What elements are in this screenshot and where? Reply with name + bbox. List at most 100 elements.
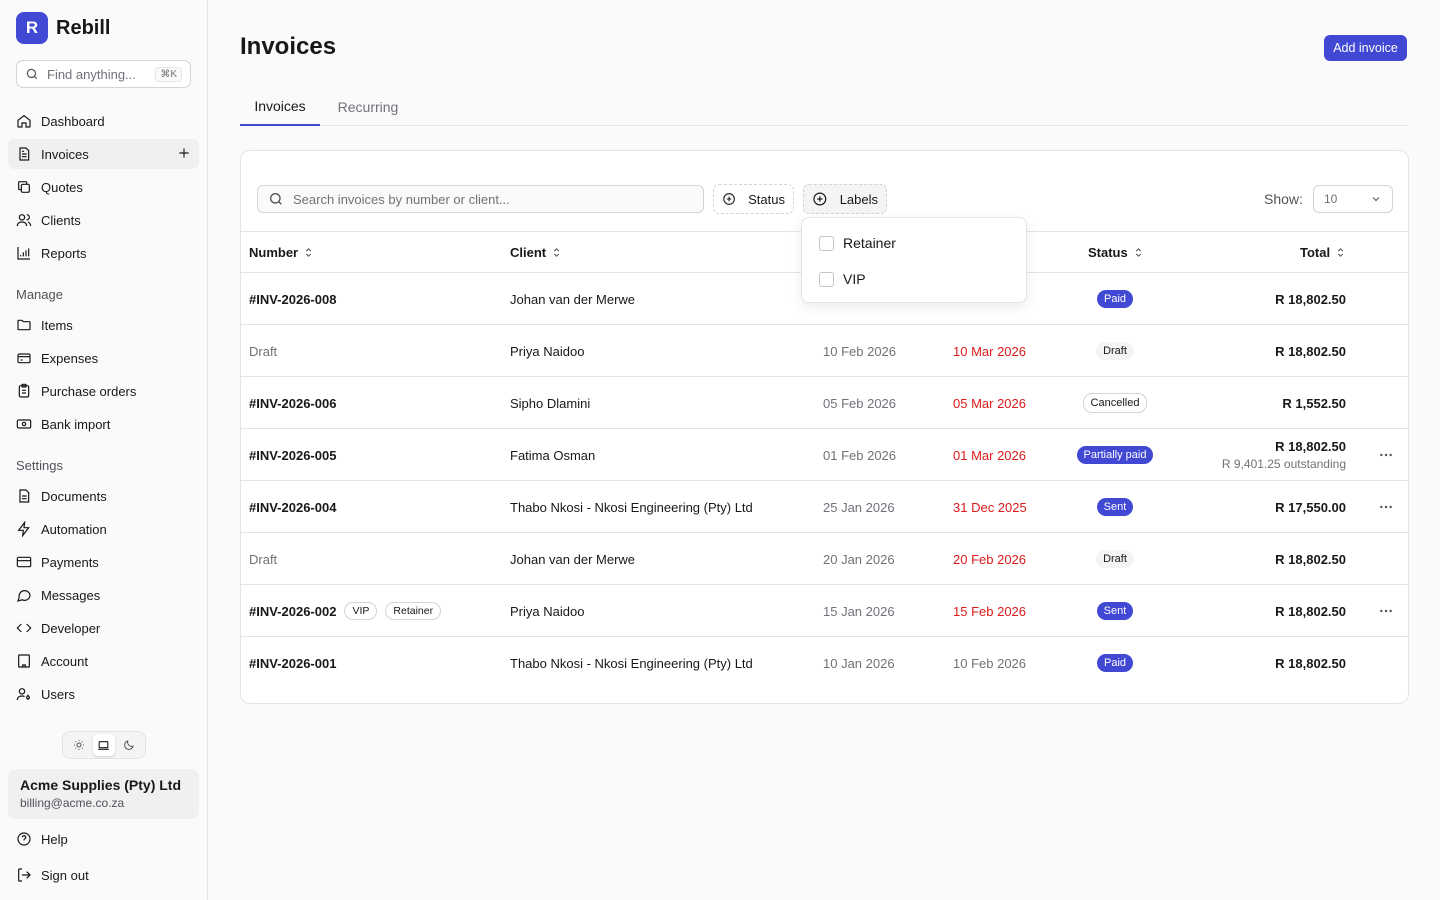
invoice-number[interactable]: #INV-2026-002 VIP Retainer bbox=[249, 585, 442, 637]
invoice-total: R 18,802.50 R 9,401.25 outstanding bbox=[1222, 429, 1346, 481]
tab-recurring[interactable]: Recurring bbox=[328, 88, 408, 126]
invoice-issue-date: 01 Feb 2026 bbox=[823, 447, 897, 463]
label-option-text: Retainer bbox=[843, 235, 896, 251]
dark-theme-button[interactable] bbox=[118, 734, 140, 756]
invoice-status: Draft bbox=[1041, 325, 1189, 377]
row-actions-button[interactable] bbox=[1371, 585, 1401, 637]
invoice-number[interactable]: #INV-2026-008 bbox=[249, 273, 336, 325]
sidebar-item-account[interactable]: Account bbox=[8, 646, 199, 676]
sidebar-item-label: Account bbox=[41, 653, 88, 669]
invoice-number-text: #INV-2026-004 bbox=[249, 499, 337, 515]
sidebar-item-dashboard[interactable]: Dashboard bbox=[8, 106, 199, 136]
sidebar-item-quotes[interactable]: Quotes bbox=[8, 172, 199, 202]
invoice-number[interactable]: Draft bbox=[249, 325, 277, 377]
column-header-status[interactable]: Status bbox=[1088, 232, 1144, 272]
sidebar-item-automation[interactable]: Automation bbox=[8, 514, 199, 544]
column-header-total[interactable]: Total bbox=[1300, 232, 1346, 272]
status-filter-button[interactable]: Status bbox=[713, 184, 794, 214]
label-checkbox[interactable] bbox=[819, 271, 834, 287]
organization-switcher[interactable]: Acme Supplies (Pty) Ltd billing@acme.co.… bbox=[8, 769, 199, 819]
invoice-due-date: 05 Mar 2026 bbox=[953, 395, 1026, 411]
row-actions-button[interactable] bbox=[1371, 481, 1401, 533]
label-checkbox[interactable] bbox=[819, 235, 834, 251]
column-header-number[interactable]: Number bbox=[249, 232, 314, 272]
brand[interactable]: R Rebill bbox=[16, 12, 110, 44]
table-row[interactable]: Draft Priya Naidoo 10 Feb 2026 10 Mar 20… bbox=[241, 325, 1408, 377]
invoice-due-date: 10 Mar 2026 bbox=[953, 343, 1026, 359]
invoice-status: Draft bbox=[1041, 533, 1189, 585]
invoice-number-text: Draft bbox=[249, 551, 278, 567]
tab-bar: Invoices Recurring bbox=[240, 88, 1408, 126]
invoice-number[interactable]: Draft bbox=[249, 533, 277, 585]
sidebar-item-label: Purchase orders bbox=[41, 383, 137, 399]
more-horizontal-icon bbox=[1380, 609, 1392, 613]
home-icon bbox=[17, 114, 31, 128]
moon-icon bbox=[124, 740, 135, 750]
search-icon bbox=[270, 193, 282, 205]
row-actions-button[interactable] bbox=[1371, 429, 1401, 481]
help-link[interactable]: Help bbox=[8, 824, 199, 854]
sidebar-item-messages[interactable]: Messages bbox=[8, 580, 199, 610]
system-theme-button[interactable] bbox=[92, 734, 115, 756]
invoice-number[interactable]: #INV-2026-004 bbox=[249, 481, 336, 533]
sort-icon bbox=[305, 247, 312, 257]
column-header-label: Client bbox=[510, 244, 547, 260]
tab-invoices[interactable]: Invoices bbox=[240, 88, 320, 126]
invoice-status: Paid bbox=[1041, 273, 1189, 325]
table-row[interactable]: #INV-2026-005 Fatima Osman 01 Feb 2026 0… bbox=[241, 429, 1408, 481]
sign-out-button[interactable]: Sign out bbox=[8, 860, 199, 890]
sidebar-item-invoices[interactable]: Invoices bbox=[8, 139, 199, 169]
sidebar-item-users[interactable]: Users bbox=[8, 679, 199, 709]
invoice-total: R 18,802.50 bbox=[1275, 273, 1346, 325]
search-icon bbox=[26, 68, 38, 80]
status-filter-label: Status bbox=[748, 191, 785, 207]
invoice-label-tag: VIP bbox=[344, 602, 378, 620]
label-option-retainer[interactable]: Retainer bbox=[819, 233, 896, 253]
invoice-total: R 18,802.50 bbox=[1275, 585, 1346, 637]
global-search-input[interactable]: Find anything... ⌘K bbox=[16, 60, 191, 88]
sidebar-item-reports[interactable]: Reports bbox=[8, 238, 199, 268]
labels-filter-button[interactable]: Labels bbox=[803, 184, 887, 214]
code-icon bbox=[16, 623, 32, 633]
sidebar-item-bank-import[interactable]: Bank import bbox=[8, 409, 199, 439]
invoice-total: R 18,802.50 bbox=[1275, 325, 1346, 377]
column-header-label: Number bbox=[249, 244, 299, 260]
invoice-number[interactable]: #INV-2026-006 bbox=[249, 377, 336, 429]
plus-icon[interactable] bbox=[177, 146, 191, 160]
sidebar-item-purchase-orders[interactable]: Purchase orders bbox=[8, 376, 199, 406]
sidebar-item-clients[interactable]: Clients bbox=[8, 205, 199, 235]
sidebar-item-label: Quotes bbox=[41, 179, 83, 195]
page-title: Invoices bbox=[240, 33, 337, 60]
chevron-down-icon bbox=[1372, 197, 1380, 202]
table-row[interactable]: #INV-2026-002 VIP Retainer Priya Naidoo 15… bbox=[241, 585, 1408, 637]
banknote-icon bbox=[16, 419, 32, 429]
table-row[interactable]: #INV-2026-004 Thabo Nkosi - Nkosi Engine… bbox=[241, 481, 1408, 533]
invoice-search-input[interactable]: Search invoices by number or client... bbox=[257, 185, 704, 213]
status-badge: Sent bbox=[1096, 602, 1134, 620]
invoice-number[interactable]: #INV-2026-005 bbox=[249, 429, 336, 481]
page-size-value: 10 bbox=[1324, 192, 1338, 206]
light-theme-button[interactable] bbox=[68, 734, 90, 756]
page-size-select[interactable]: 10 bbox=[1313, 185, 1393, 213]
sidebar-item-items[interactable]: Items bbox=[8, 310, 199, 340]
sidebar-item-label: Invoices bbox=[41, 146, 89, 162]
sidebar-item-payments[interactable]: Payments bbox=[8, 547, 199, 577]
sidebar-item-documents[interactable]: Documents bbox=[8, 481, 199, 511]
sidebar-item-label: Automation bbox=[41, 521, 107, 537]
table-row[interactable]: Draft Johan van der Merwe 20 Jan 2026 20… bbox=[241, 533, 1408, 585]
invoice-issue-date: 20 Jan 2026 bbox=[823, 551, 895, 567]
invoice-status: Partially paid bbox=[1041, 429, 1189, 481]
column-header-client[interactable]: Client bbox=[510, 232, 562, 272]
invoice-total: R 18,802.50 bbox=[1275, 637, 1346, 689]
table-row[interactable]: #INV-2026-001 Thabo Nkosi - Nkosi Engine… bbox=[241, 637, 1408, 689]
invoice-amount: R 18,802.50 bbox=[1275, 291, 1346, 307]
invoice-issue-date: 25 Jan 2026 bbox=[823, 499, 895, 515]
label-option-vip[interactable]: VIP bbox=[819, 269, 866, 289]
sidebar-item-developer[interactable]: Developer bbox=[8, 613, 199, 643]
invoice-due-date: 20 Feb 2026 bbox=[953, 551, 1027, 567]
add-invoice-button[interactable]: Add invoice bbox=[1324, 35, 1407, 61]
invoice-due-date: 01 Mar 2026 bbox=[953, 447, 1026, 463]
table-row[interactable]: #INV-2026-006 Sipho Dlamini 05 Feb 2026 … bbox=[241, 377, 1408, 429]
sidebar-item-expenses[interactable]: Expenses bbox=[8, 343, 199, 373]
invoice-number[interactable]: #INV-2026-001 bbox=[249, 637, 336, 689]
